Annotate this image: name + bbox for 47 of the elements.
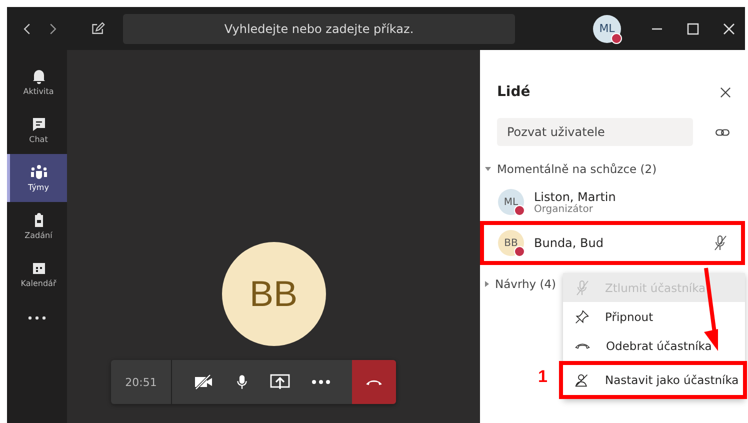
person-off-icon <box>575 373 589 387</box>
caret-icon <box>485 281 489 287</box>
camera-off-icon[interactable] <box>194 374 214 390</box>
rail-item[interactable]: Týmy <box>7 154 67 202</box>
compose-icon[interactable] <box>91 22 105 36</box>
invite-field[interactable]: Pozvat uživatele <box>497 118 693 146</box>
status-dot <box>514 205 525 216</box>
rail-item[interactable]: Zadání <box>7 202 67 250</box>
participant-role: Organizátor <box>534 204 594 214</box>
section-header[interactable]: Momentálně na schůzce (2) <box>480 146 657 184</box>
menu-item[interactable]: Odebrat účastníka <box>563 331 745 360</box>
phone-icon <box>364 378 383 386</box>
participant-avatar: BB <box>498 230 524 256</box>
forward-icon[interactable] <box>49 22 57 34</box>
calendar-icon <box>30 260 46 276</box>
rail-item[interactable]: Kalendář <box>7 250 67 298</box>
panel-title: Lidé <box>497 84 530 100</box>
status-dot <box>514 246 525 257</box>
call-timer: 20:51 <box>125 360 172 404</box>
search-field[interactable]: Vyhledejte nebo zadejte příkaz. <box>123 14 515 44</box>
people-icon <box>30 164 48 180</box>
rail-item[interactable]: Chat <box>7 106 67 154</box>
more-icon[interactable] <box>312 380 330 384</box>
maximize-icon[interactable] <box>687 22 699 34</box>
menu-item[interactable]: Připnout <box>563 302 745 331</box>
annotation-label: 1 <box>538 367 548 387</box>
chat-icon <box>30 116 46 132</box>
back-icon[interactable] <box>23 22 31 34</box>
share-screen-icon[interactable] <box>270 374 290 390</box>
bell-icon <box>30 68 46 84</box>
status-dot <box>611 32 622 44</box>
link-icon[interactable] <box>715 126 730 138</box>
section-header[interactable]: Návrhy (4) <box>480 265 556 299</box>
phone-icon <box>575 342 590 348</box>
participant-avatar: ML <box>498 189 524 215</box>
participant-name: Liston, Martin <box>534 190 617 204</box>
pin-icon <box>575 310 589 324</box>
rail-item[interactable]: Aktivita <box>7 58 67 106</box>
menu-item[interactable]: Nastavit jako účastníka <box>559 361 747 399</box>
mic-off-icon[interactable] <box>713 235 727 251</box>
more-icon[interactable] <box>28 316 46 320</box>
mic-off-icon <box>575 280 589 296</box>
microphone-icon[interactable] <box>236 374 248 390</box>
participant-avatar: BB <box>222 242 326 346</box>
close-icon[interactable] <box>720 86 731 98</box>
user-avatar[interactable]: ML <box>593 14 621 42</box>
participant-name: Bunda, Bud <box>534 236 604 250</box>
